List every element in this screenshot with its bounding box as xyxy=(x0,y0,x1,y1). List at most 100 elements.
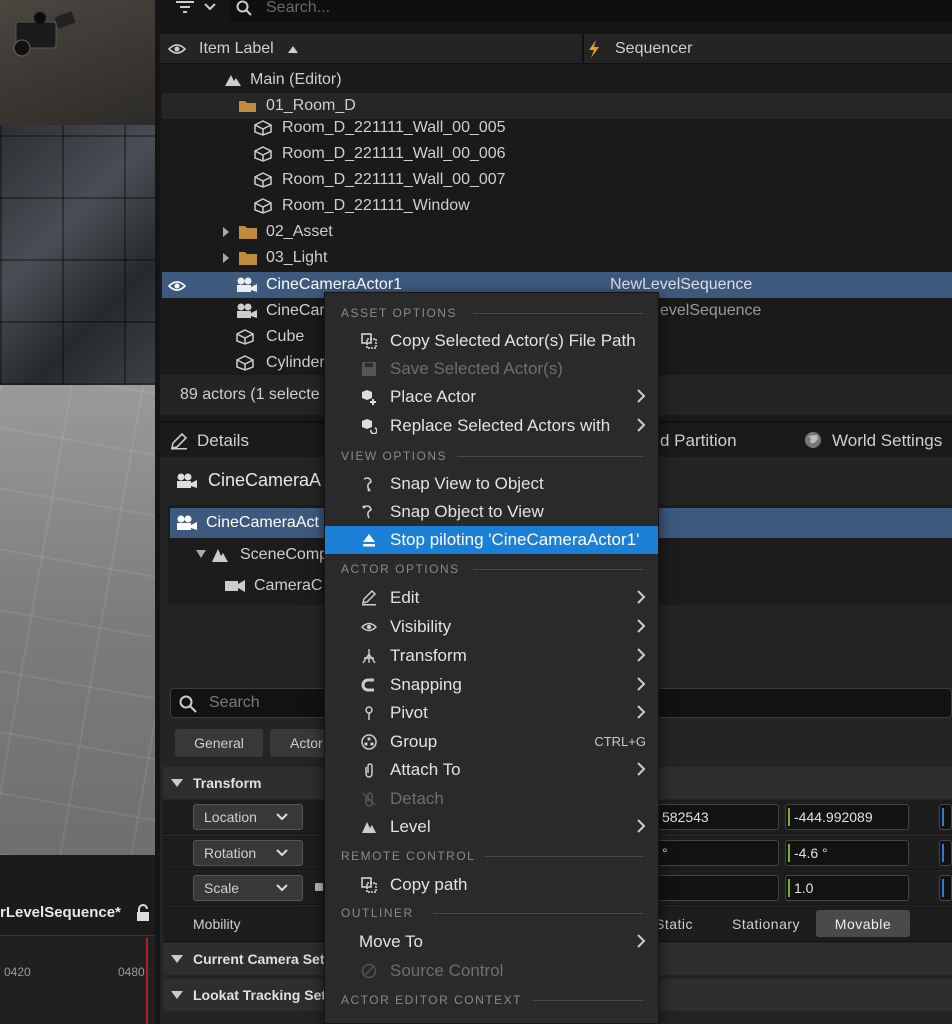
static-mesh-icon xyxy=(254,172,272,188)
chevron-right-icon[interactable] xyxy=(222,227,230,237)
camera-icon xyxy=(225,580,245,592)
filter-icon[interactable] xyxy=(176,0,194,14)
location-x-field[interactable]: 582543 xyxy=(653,804,779,830)
group-icon xyxy=(361,734,377,750)
section-divider xyxy=(473,313,643,314)
outliner-row-actor[interactable]: Room_D_221111_Wall_00_007 xyxy=(162,167,952,193)
menu-label: Level xyxy=(390,817,431,836)
row-label: 01_Room_D xyxy=(266,97,356,114)
scale-y-field[interactable]: 1.0 xyxy=(785,875,909,901)
menu-move-to[interactable]: Move To xyxy=(325,928,658,956)
menu-detach[interactable]: Detach xyxy=(325,785,658,813)
menu-copy-file-path[interactable]: Copy Selected Actor(s) File Path xyxy=(325,327,658,355)
rotation-dropdown[interactable]: Rotation xyxy=(193,840,303,866)
menu-shortcut: CTRL+G xyxy=(594,734,646,749)
menu-transform[interactable]: Transform xyxy=(325,642,658,670)
menu-attach-to[interactable]: Attach To xyxy=(325,756,658,784)
component-row[interactable]: CameraC xyxy=(170,573,330,601)
scale-x-field[interactable] xyxy=(653,875,779,901)
column-divider[interactable] xyxy=(582,34,584,64)
static-mesh-icon xyxy=(236,329,254,345)
axis-z-marker xyxy=(942,844,944,862)
chevron-down-icon[interactable] xyxy=(204,2,216,12)
menu-snapping[interactable]: Snapping xyxy=(325,671,658,699)
viewport-tiled-wall xyxy=(0,125,155,385)
mobility-static[interactable]: Static xyxy=(655,916,693,932)
snap-view-icon xyxy=(363,477,372,492)
filter-general[interactable]: General xyxy=(175,729,263,757)
magnet-icon xyxy=(361,678,374,692)
chevron-down-icon xyxy=(171,779,183,787)
scale-z-field[interactable] xyxy=(939,875,952,901)
dropdown-label: Location xyxy=(204,809,257,825)
menu-place-actor[interactable]: Place Actor xyxy=(325,383,658,411)
outliner-row-actor[interactable]: Room_D_221111_Wall_00_006 xyxy=(162,141,952,167)
chevron-down-icon[interactable] xyxy=(196,550,206,558)
menu-copy-path[interactable]: Copy path xyxy=(325,871,658,899)
section-divider xyxy=(457,456,643,457)
menu-level[interactable]: Level xyxy=(325,813,658,841)
menu-pivot[interactable]: Pivot xyxy=(325,699,658,727)
actor-name[interactable]: CineCameraA xyxy=(208,470,321,491)
location-y-field[interactable]: -444.992089 xyxy=(785,804,909,830)
cine-camera-icon xyxy=(237,277,257,292)
menu-replace-actors[interactable]: Replace Selected Actors with xyxy=(325,412,658,440)
menu-source-control[interactable]: Source Control xyxy=(325,957,658,985)
column-sequencer[interactable]: Sequencer xyxy=(615,40,692,58)
menu-save-actors[interactable]: Save Selected Actor(s) xyxy=(325,355,658,383)
eye-icon[interactable] xyxy=(168,42,186,56)
row-label: Room_D_221111_Window xyxy=(282,197,470,214)
outliner-row-folder[interactable]: 02_Asset xyxy=(162,219,952,245)
section-divider xyxy=(485,856,643,857)
menu-label: Attach To xyxy=(390,760,461,779)
lock-icon[interactable] xyxy=(135,904,151,922)
chevron-right-icon xyxy=(637,590,646,604)
menu-label: Snap Object to View xyxy=(390,502,544,521)
rotation-y-field[interactable]: -4.6 ° xyxy=(785,840,909,866)
replace-actor-icon xyxy=(362,419,377,434)
eye-icon[interactable] xyxy=(168,279,186,293)
rotation-x-field[interactable]: ° xyxy=(653,840,779,866)
section-divider xyxy=(473,569,643,570)
menu-label: Detach xyxy=(390,789,444,808)
component-row[interactable]: SceneComp xyxy=(170,542,330,570)
static-mesh-icon xyxy=(254,146,272,162)
search-icon xyxy=(236,0,252,16)
tab-details[interactable]: Details xyxy=(197,431,249,451)
scale-dropdown[interactable]: Scale xyxy=(193,875,303,901)
menu-section-outliner: OUTLINER xyxy=(341,906,414,920)
playhead[interactable] xyxy=(146,938,148,1024)
outliner-row-actor[interactable]: Room_D_221111_Window xyxy=(162,193,952,219)
tab-world-settings[interactable]: World Settings xyxy=(832,431,942,451)
mobility-stationary[interactable]: Stationary xyxy=(732,916,800,932)
level-viewport[interactable] xyxy=(0,0,155,855)
tab-world-partition[interactable]: d Partition xyxy=(660,431,737,451)
menu-stop-piloting[interactable]: Stop piloting 'CineCameraActor1' xyxy=(325,526,658,554)
location-z-field[interactable] xyxy=(939,804,952,830)
menu-visibility[interactable]: Visibility xyxy=(325,613,658,641)
location-dropdown[interactable]: Location xyxy=(193,804,303,830)
outliner-row-main[interactable]: Main (Editor) xyxy=(162,67,952,93)
lock-ratio-icon[interactable] xyxy=(315,883,323,891)
outliner-row-actor[interactable]: Room_D_221111_Wall_00_005 xyxy=(162,115,952,141)
source-control-icon xyxy=(361,963,377,979)
menu-label: Source Control xyxy=(390,961,504,980)
chevron-right-icon[interactable] xyxy=(222,253,230,263)
level-icon xyxy=(362,822,376,833)
column-item-label[interactable]: Item Label xyxy=(199,40,274,58)
sort-asc-icon[interactable] xyxy=(288,45,298,53)
timeline-ruler[interactable] xyxy=(0,935,155,1024)
rotation-z-field[interactable] xyxy=(939,840,952,866)
eye-icon xyxy=(361,622,377,632)
field-value: 1.0 xyxy=(794,880,814,896)
menu-snap-object[interactable]: Snap Object to View xyxy=(325,498,658,526)
outliner-row-folder[interactable]: 03_Light xyxy=(162,245,952,271)
menu-snap-view[interactable]: Snap View to Object xyxy=(325,470,658,498)
outliner-search-input[interactable]: Search... xyxy=(230,0,952,22)
menu-group[interactable]: Group CTRL+G xyxy=(325,728,658,756)
mobility-movable[interactable]: Movable xyxy=(816,910,910,937)
camera-mesh-icon[interactable] xyxy=(10,8,80,58)
chevron-down-icon xyxy=(171,991,183,999)
dropdown-label: Scale xyxy=(204,880,240,896)
menu-edit[interactable]: Edit xyxy=(325,584,658,612)
